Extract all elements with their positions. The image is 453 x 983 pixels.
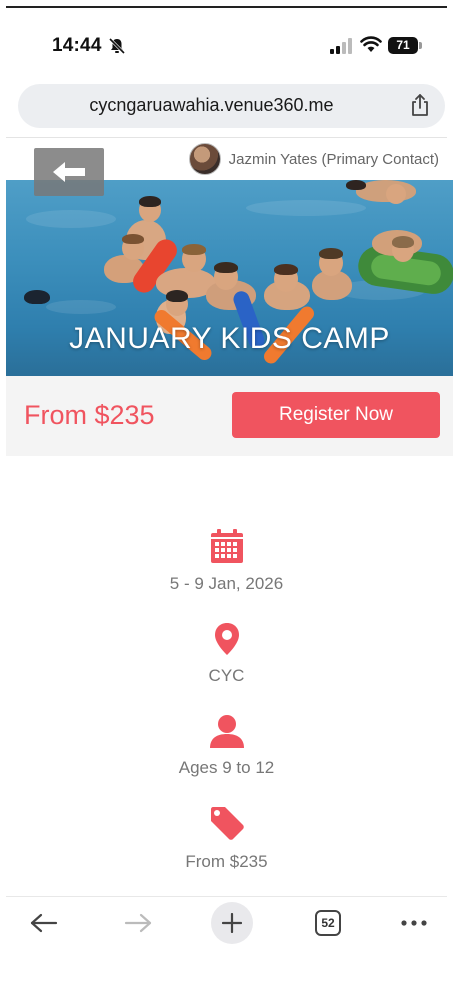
more-options-button[interactable] — [394, 901, 434, 945]
url-text[interactable]: cycngaruawahia.venue360.me — [18, 95, 405, 116]
new-tab-circle[interactable] — [211, 902, 253, 944]
battery-level: 71 — [388, 37, 418, 54]
address-bar[interactable]: cycngaruawahia.venue360.me — [18, 84, 445, 128]
price-label: From $235 — [24, 400, 155, 430]
person-icon — [209, 715, 244, 748]
date-label: 5 - 9 Jan, 2026 — [169, 574, 284, 593]
plus-icon — [222, 913, 242, 933]
primary-contact[interactable]: Jazmin Yates (Primary Contact) — [188, 143, 439, 175]
ages-detail: Ages 9 to 12 — [0, 714, 453, 778]
bell-muted-icon — [108, 37, 126, 55]
back-button[interactable] — [34, 148, 104, 196]
register-now-button[interactable]: Register Now — [232, 392, 440, 438]
browser-forward-button[interactable] — [118, 901, 158, 945]
location-label: CYC — [208, 666, 245, 685]
tabs-button[interactable]: 52 — [308, 901, 348, 945]
map-pin-icon — [214, 623, 239, 655]
browser-back-button[interactable] — [24, 901, 64, 945]
status-time: 14:44 — [52, 35, 102, 56]
arrow-left-icon — [53, 162, 85, 182]
arrow-right-icon — [124, 913, 152, 933]
share-icon[interactable] — [409, 93, 431, 117]
date-detail: 5 - 9 Jan, 2026 — [0, 528, 453, 594]
avatar[interactable] — [188, 143, 221, 175]
hero-banner: JANUARY KIDS CAMP — [6, 180, 453, 376]
arrow-left-icon — [30, 913, 58, 933]
wifi-icon — [360, 36, 382, 52]
more-dots-icon — [401, 920, 427, 926]
price-bar: From $235 Register Now — [6, 376, 453, 456]
price-tag-icon — [210, 807, 244, 840]
cellular-signal-icon — [330, 38, 352, 54]
calendar-icon — [210, 529, 243, 563]
new-tab-button[interactable] — [210, 901, 254, 945]
divider — [6, 137, 447, 138]
tabs-count[interactable]: 52 — [315, 910, 341, 936]
battery-tip — [419, 42, 422, 49]
ages-label: Ages 9 to 12 — [178, 758, 275, 777]
top-edge — [6, 6, 447, 8]
price-detail: From $235 — [0, 806, 453, 872]
toolbar-divider — [6, 896, 447, 897]
battery-indicator: 71 — [388, 37, 422, 54]
hero-title: JANUARY KIDS CAMP — [69, 322, 390, 355]
contact-name[interactable]: Jazmin Yates (Primary Contact) — [229, 151, 439, 168]
status-bar: 14:44 71 — [0, 28, 453, 62]
location-detail: CYC — [0, 622, 453, 686]
price-detail-label: From $235 — [185, 852, 268, 871]
browser-toolbar: 52 — [0, 898, 453, 948]
screen: 14:44 71 cycngaruawahia.venue360.me Jazm… — [0, 0, 453, 983]
